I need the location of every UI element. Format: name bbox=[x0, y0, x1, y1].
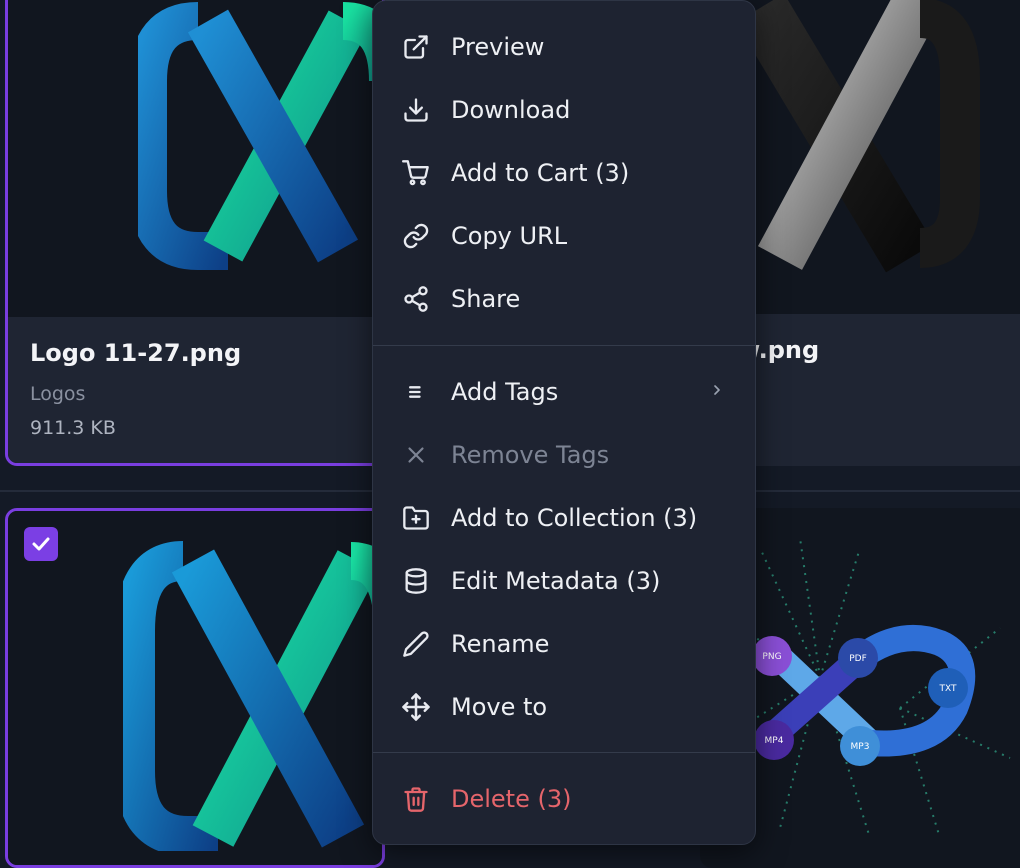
infinity-logo-image bbox=[138, 2, 382, 270]
menu-item-label: Add Tags bbox=[451, 378, 559, 406]
menu-item-edit-metadata[interactable]: Edit Metadata (3) bbox=[373, 553, 755, 609]
asset-card-selected-2[interactable] bbox=[5, 508, 385, 868]
asset-card-logo-11-27[interactable]: Logo 11-27.png Logos 911.3 KB bbox=[5, 0, 385, 466]
menu-item-add-tags[interactable]: Add Tags bbox=[373, 364, 755, 420]
menu-item-add-to-cart[interactable]: Add to Cart (3) bbox=[373, 145, 755, 201]
link-icon bbox=[401, 221, 431, 251]
close-icon bbox=[401, 440, 431, 470]
menu-divider bbox=[373, 752, 755, 753]
menu-item-label: Download bbox=[451, 96, 571, 124]
asset-thumbnail bbox=[8, 511, 382, 865]
png-badge-label: PNG bbox=[762, 652, 781, 662]
monochrome-logo-image bbox=[735, 0, 980, 273]
selected-checkbox[interactable] bbox=[24, 527, 58, 561]
menu-divider bbox=[373, 345, 755, 346]
menu-item-remove-tags: Remove Tags bbox=[373, 427, 755, 483]
menu-item-label: Move to bbox=[451, 693, 548, 721]
menu-item-label: Add to Cart (3) bbox=[451, 159, 630, 187]
checkmark-icon bbox=[32, 537, 50, 551]
list-icon bbox=[401, 377, 431, 407]
menu-item-copy-url[interactable]: Copy URL bbox=[373, 208, 755, 264]
menu-item-rename[interactable]: Rename bbox=[373, 616, 755, 672]
pdf-badge-label: PDF bbox=[849, 654, 867, 664]
menu-item-label: Share bbox=[451, 285, 521, 313]
chevron-right-icon bbox=[709, 382, 725, 402]
share-icon bbox=[401, 284, 431, 314]
menu-item-label: Remove Tags bbox=[451, 441, 610, 469]
asset-folder: Logos bbox=[30, 383, 86, 405]
folder-plus-icon bbox=[401, 503, 431, 533]
menu-item-label: Delete (3) bbox=[451, 785, 572, 813]
cart-icon bbox=[401, 158, 431, 188]
mp4-badge-label: MP4 bbox=[765, 736, 784, 746]
external-link-icon bbox=[401, 32, 431, 62]
menu-item-move-to[interactable]: Move to bbox=[373, 679, 755, 735]
database-icon bbox=[401, 566, 431, 596]
mp3-badge-label: MP3 bbox=[851, 742, 870, 752]
download-icon bbox=[401, 95, 431, 125]
pencil-icon bbox=[401, 629, 431, 659]
menu-item-label: Edit Metadata (3) bbox=[451, 567, 661, 595]
menu-item-delete[interactable]: Delete (3) bbox=[373, 771, 755, 827]
menu-item-label: Preview bbox=[451, 33, 545, 61]
menu-item-label: Rename bbox=[451, 630, 550, 658]
menu-item-label: Copy URL bbox=[451, 222, 568, 250]
move-icon bbox=[401, 692, 431, 722]
menu-item-download[interactable]: Download bbox=[373, 82, 755, 138]
menu-item-share[interactable]: Share bbox=[373, 271, 755, 327]
menu-item-add-to-collection[interactable]: Add to Collection (3) bbox=[373, 490, 755, 546]
context-menu: Preview Download Add to Cart (3) Copy UR… bbox=[372, 0, 756, 845]
trash-icon bbox=[401, 784, 431, 814]
infinity-logo-image bbox=[123, 541, 382, 851]
asset-name: Logo 11-27.png bbox=[30, 339, 242, 367]
menu-item-label: Add to Collection (3) bbox=[451, 504, 698, 532]
menu-item-preview[interactable]: Preview bbox=[373, 19, 755, 75]
asset-size: 911.3 KB bbox=[30, 417, 116, 439]
asset-info: Logo 11-27.png Logos 911.3 KB bbox=[8, 317, 382, 463]
txt-badge-label: TXT bbox=[938, 684, 957, 694]
asset-thumbnail bbox=[8, 0, 382, 317]
